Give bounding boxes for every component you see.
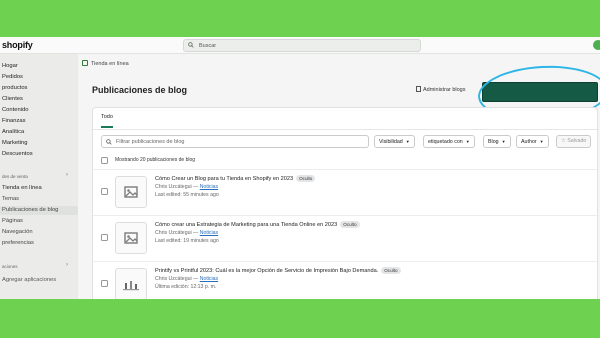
post-edited: Last edited: 19 minutes ago xyxy=(155,238,219,244)
sidebar-item-finance[interactable]: Finanzas xyxy=(2,117,26,126)
post-author: Chris Uzcátegui — Noticias xyxy=(155,184,218,190)
status-badge: Oculto xyxy=(296,175,316,182)
visibility-label: Visibilidad xyxy=(379,139,403,145)
post-title[interactable]: Printify vs Printful 2023: Cuál es la me… xyxy=(155,267,401,274)
post-title-text: Cómo Crear un Blog para tu Tienda en Sho… xyxy=(155,176,294,182)
blog-link[interactable]: Noticias xyxy=(200,276,218,282)
chevron-right-icon[interactable]: › xyxy=(66,172,68,178)
sidebar-item-content[interactable]: Contenido xyxy=(2,106,28,115)
chevron-right-icon[interactable]: › xyxy=(66,262,68,268)
apps-header: aciones xyxy=(2,264,18,269)
select-all-checkbox[interactable] xyxy=(101,157,108,164)
manage-blogs-button[interactable]: Administrar blogs xyxy=(416,86,466,93)
blog-link[interactable]: Noticias xyxy=(200,184,218,190)
sidebar: Hogar Pedidos productos Clientes Conteni… xyxy=(0,54,78,299)
image-placeholder-icon xyxy=(115,222,147,254)
store-icon xyxy=(82,60,88,66)
post-author: Chris Uzcátegui — Noticias xyxy=(155,230,218,236)
saved-button[interactable]: ☆ Salvado xyxy=(556,135,592,148)
search-placeholder: Buscar xyxy=(199,43,217,49)
browser-frame: shopify Buscar Hogar Pedidos productos C… xyxy=(0,37,600,299)
status-badge: Oculto xyxy=(340,221,360,228)
filter-input[interactable]: Filtrar publicaciones de blog xyxy=(101,135,369,148)
image-placeholder-icon xyxy=(115,176,147,208)
saved-label: Salvado xyxy=(567,138,587,144)
sidebar-item-themes[interactable]: Temas xyxy=(2,195,19,204)
author-filter[interactable]: Author ▼ xyxy=(516,135,549,148)
add-apps-link[interactable]: Agregar aplicaciones xyxy=(2,276,56,285)
row-checkbox[interactable] xyxy=(101,280,108,287)
top-bar: shopify Buscar xyxy=(0,37,600,54)
sidebar-item-orders[interactable]: Pedidos xyxy=(2,73,23,82)
tab-all[interactable]: Todo xyxy=(101,114,113,128)
document-icon xyxy=(416,86,421,92)
breadcrumb[interactable]: Tienda en línea xyxy=(82,60,129,67)
post-title-text: Cómo crear una Estrategia de Marketing p… xyxy=(155,222,338,228)
author-name: Chris Uzcátegui — xyxy=(155,184,199,190)
post-title-text: Printify vs Printful 2023: Cuál es la me… xyxy=(155,268,379,274)
table-row[interactable]: Cómo Crear un Blog para tu Tienda en Sho… xyxy=(93,169,599,215)
sidebar-item-discounts[interactable]: Descuentos xyxy=(2,150,33,159)
sales-channels-header: des de venta xyxy=(2,174,28,179)
post-edited: Última edición: 12:13 p. m. xyxy=(155,284,217,290)
post-author: Chris Uzcátegui — Noticias xyxy=(155,276,218,282)
visibility-filter[interactable]: Visibilidad ▼ xyxy=(374,135,415,148)
blog-posts-card: Todo Filtrar publicaciones de blog Visib… xyxy=(92,107,599,299)
post-thumbnail xyxy=(115,268,147,299)
caret-down-icon: ▼ xyxy=(405,139,410,144)
row-checkbox[interactable] xyxy=(101,188,108,195)
blog-filter[interactable]: Blog ▼ xyxy=(483,135,511,148)
tab-bar: Todo xyxy=(93,108,599,130)
table-row[interactable]: Cómo crear una Estrategia de Marketing p… xyxy=(93,215,599,261)
row-checkbox[interactable] xyxy=(101,234,108,241)
post-title[interactable]: Cómo crear una Estrategia de Marketing p… xyxy=(155,221,360,228)
main-content: Tienda en línea Publicaciones de blog Ad… xyxy=(78,54,600,299)
avatar[interactable] xyxy=(593,40,600,50)
blog-link[interactable]: Noticias xyxy=(200,230,218,236)
sidebar-item-customers[interactable]: Clientes xyxy=(2,95,23,104)
status-badge: Oculto xyxy=(381,267,401,274)
sidebar-item-navigation[interactable]: Navegación xyxy=(2,228,33,237)
sidebar-item-products[interactable]: productos xyxy=(2,84,27,93)
sidebar-item-home[interactable]: Hogar xyxy=(2,62,18,71)
caret-down-icon: ▼ xyxy=(501,139,506,144)
search-icon xyxy=(188,42,194,48)
caret-down-icon: ▼ xyxy=(465,139,470,144)
caret-down-icon: ▼ xyxy=(539,139,544,144)
tagged-with-filter[interactable]: etiquetado con ▼ xyxy=(423,135,475,148)
author-name: Chris Uzcátegui — xyxy=(155,230,199,236)
breadcrumb-label: Tienda en línea xyxy=(91,61,129,67)
sidebar-item-blog-posts[interactable]: Publicaciones de blog xyxy=(0,206,78,215)
blog-label: Blog xyxy=(488,139,499,145)
page-title: Publicaciones de blog xyxy=(92,85,188,95)
sidebar-item-online-store[interactable]: Tienda en línea xyxy=(2,184,42,193)
shopify-logo[interactable]: shopify xyxy=(2,40,33,50)
sidebar-item-preferences[interactable]: preferencias xyxy=(2,239,34,248)
manage-blogs-label: Administrar blogs xyxy=(423,87,466,93)
author-name: Chris Uzcátegui — xyxy=(155,276,199,282)
tagged-with-label: etiquetado con xyxy=(428,139,463,145)
filter-placeholder: Filtrar publicaciones de blog xyxy=(116,139,185,145)
search-input[interactable]: Buscar xyxy=(183,39,421,52)
table-row[interactable]: Printify vs Printful 2023: Cuál es la me… xyxy=(93,261,599,299)
showing-count: Mostrando 20 publicaciones de blog xyxy=(115,157,196,163)
sidebar-item-analytics[interactable]: Analítica xyxy=(2,128,24,137)
sidebar-item-marketing[interactable]: Marketing xyxy=(2,139,27,148)
post-edited: Last edited: 55 minutes ago xyxy=(155,192,219,198)
author-label: Author xyxy=(521,139,537,145)
search-icon xyxy=(106,138,112,145)
sidebar-item-pages[interactable]: Páginas xyxy=(2,217,23,226)
post-title[interactable]: Cómo Crear un Blog para tu Tienda en Sho… xyxy=(155,175,316,182)
